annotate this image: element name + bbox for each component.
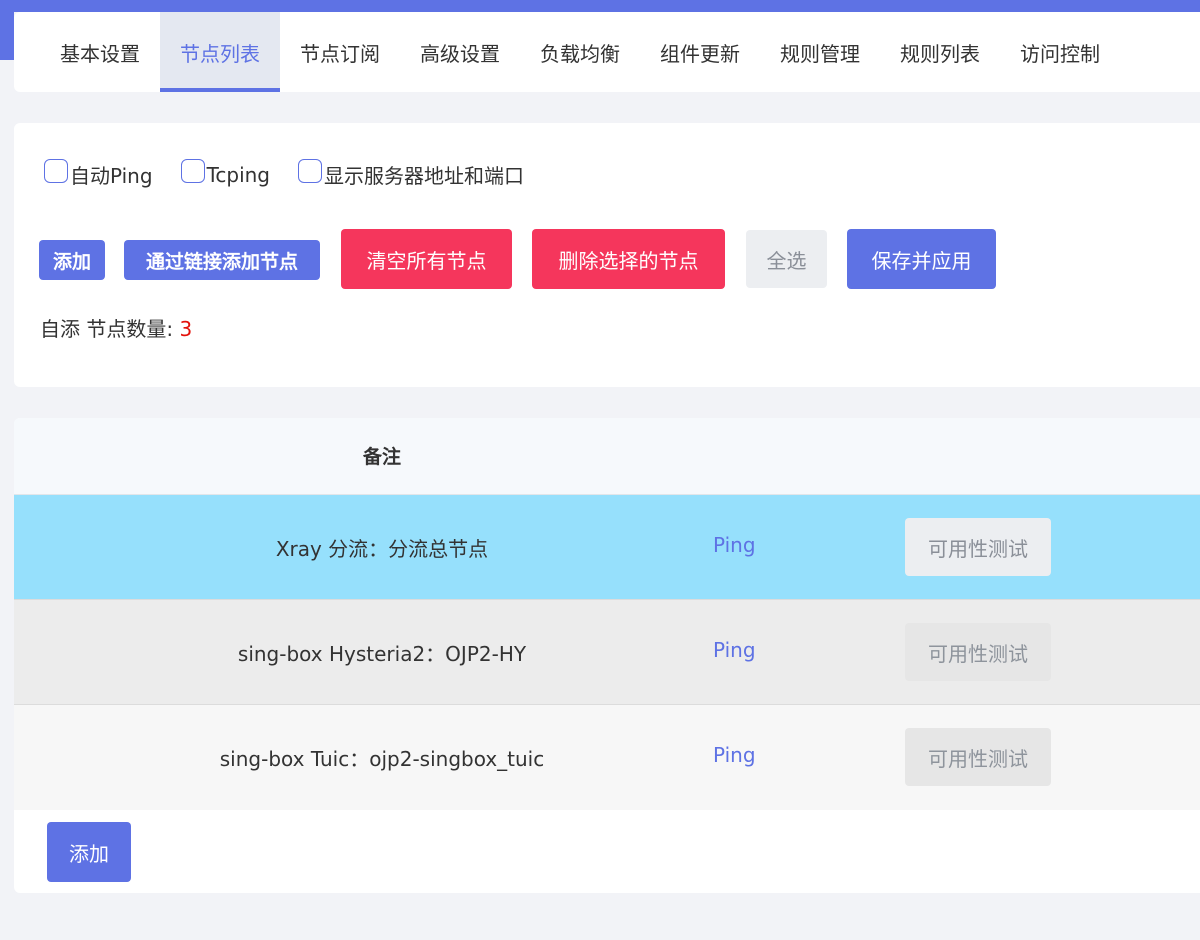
tcping-label: Tcping [206, 162, 270, 187]
tcping-option[interactable]: Tcping [180, 158, 270, 187]
table-row[interactable]: sing-box Hysteria2：OJP2-HY Ping 可用性测试 [14, 600, 1200, 705]
options-row: 自动Ping Tcping 显示服务器地址和端口 [44, 158, 552, 189]
tab-rule-list[interactable]: 规则列表 [880, 12, 1000, 92]
tab-node-subscription[interactable]: 节点订阅 [280, 12, 400, 92]
table-row[interactable]: sing-box Tuic：ojp2-singbox_tuic Ping 可用性… [14, 705, 1200, 810]
remark-column-header: 备注 [362, 446, 401, 468]
top-accent-bar [0, 0, 1200, 12]
add-node-button[interactable]: 添加 [47, 822, 131, 882]
node-count-label: 自添 节点数量: [40, 317, 180, 341]
availability-test-button[interactable]: 可用性测试 [905, 728, 1051, 786]
auto-ping-checkbox[interactable] [44, 158, 68, 183]
ping-link[interactable]: Ping [713, 743, 756, 767]
add-button[interactable]: 添加 [39, 240, 105, 280]
tab-node-list[interactable]: 节点列表 [160, 12, 280, 92]
node-remark: sing-box Tuic：ojp2-singbox_tuic [219, 747, 545, 771]
node-table: 备注 Xray 分流：分流总节点 Ping 可用性测试 sing-box Hys… [14, 418, 1200, 893]
show-server-option[interactable]: 显示服务器地址和端口 [298, 158, 524, 189]
tab-access-control[interactable]: 访问控制 [1000, 12, 1120, 92]
availability-test-button[interactable]: 可用性测试 [905, 518, 1051, 576]
save-apply-button[interactable]: 保存并应用 [847, 229, 996, 289]
tab-component-update[interactable]: 组件更新 [640, 12, 760, 92]
clear-all-nodes-button[interactable]: 清空所有节点 [341, 229, 512, 289]
table-header: 备注 [14, 418, 1200, 495]
side-accent-bar [0, 12, 14, 60]
controls-panel: 自动Ping Tcping 显示服务器地址和端口 添加 通过链接添加节点 清空所… [14, 123, 1200, 387]
ping-link[interactable]: Ping [713, 638, 756, 662]
availability-test-button[interactable]: 可用性测试 [905, 623, 1051, 681]
show-server-label: 显示服务器地址和端口 [324, 164, 524, 188]
node-count: 自添 节点数量: 3 [40, 313, 192, 342]
tab-advanced-settings[interactable]: 高级设置 [400, 12, 520, 92]
auto-ping-label: 自动Ping [70, 164, 153, 188]
table-row[interactable]: Xray 分流：分流总节点 Ping 可用性测试 [14, 495, 1200, 600]
delete-selected-nodes-button[interactable]: 删除选择的节点 [532, 229, 725, 289]
tab-bar: 基本设置 节点列表 节点订阅 高级设置 负载均衡 组件更新 规则管理 规则列表 … [14, 12, 1200, 92]
node-remark: Xray 分流：分流总节点 [275, 537, 489, 561]
auto-ping-option[interactable]: 自动Ping [44, 158, 153, 189]
node-count-value: 3 [179, 317, 193, 341]
tab-load-balancing[interactable]: 负载均衡 [520, 12, 640, 92]
select-all-button[interactable]: 全选 [746, 230, 827, 288]
add-by-link-button[interactable]: 通过链接添加节点 [124, 240, 320, 280]
tab-basic-settings[interactable]: 基本设置 [40, 12, 160, 92]
node-remark: sing-box Hysteria2：OJP2-HY [237, 642, 527, 666]
show-server-checkbox[interactable] [298, 158, 322, 183]
tcping-checkbox[interactable] [180, 158, 205, 183]
ping-link[interactable]: Ping [713, 533, 756, 557]
tab-rule-management[interactable]: 规则管理 [760, 12, 880, 92]
